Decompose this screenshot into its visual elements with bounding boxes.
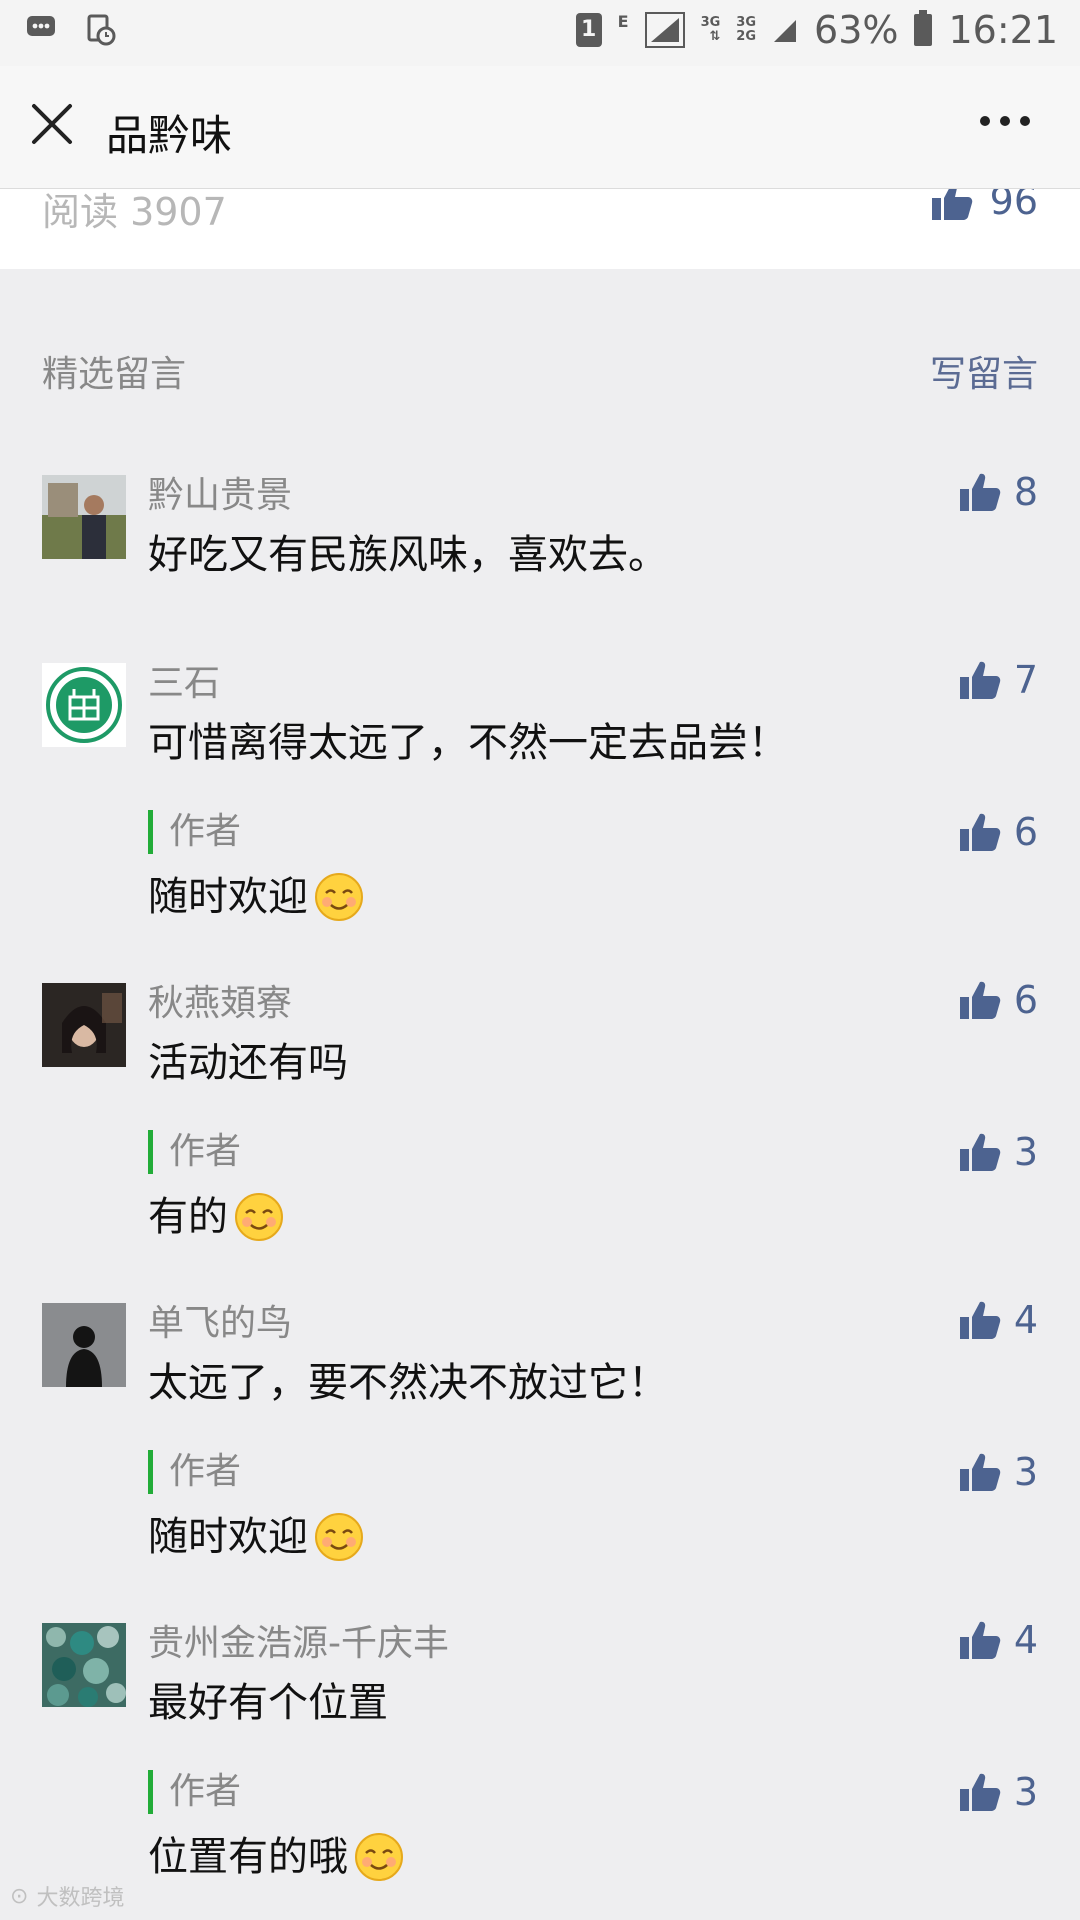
reply-author-label: 作者: [148, 1450, 1038, 1494]
title-bar: 品黔味: [0, 66, 1080, 189]
thumb-up-icon: [959, 1301, 1001, 1339]
comment-list: 黔山贵景 好吃又有民族风味，喜欢去。 8 三石 可惜离得太远了，不然一定去品尝！: [0, 470, 1080, 1918]
comment-item: 黔山贵景 好吃又有民族风味，喜欢去。 8: [0, 470, 1080, 658]
status-bar: 1 E 3G ⇅ 3G 2G 63% 16:21: [0, 0, 1080, 66]
reply-text: 随时欢迎: [148, 868, 1038, 926]
smile-emoji-icon: [315, 873, 363, 921]
commenter-name: 贵州金浩源-千庆丰: [148, 1623, 449, 1664]
like-count: 7: [1013, 658, 1038, 702]
comment-text: 活动还有吗: [148, 1040, 348, 1086]
thumb-up-icon: [959, 473, 1001, 511]
like-button[interactable]: 4: [958, 1298, 1038, 1342]
like-count: 4: [1013, 1298, 1038, 1342]
comment-text: 可惜离得太远了，不然一定去品尝！: [148, 720, 788, 766]
comment-text: 最好有个位置: [148, 1680, 388, 1726]
avatar: [42, 475, 126, 559]
author-reply: 作者 有的 3: [148, 1130, 1038, 1246]
network-e-label: E: [617, 11, 629, 31]
author-reply: 作者 随时欢迎 6: [148, 810, 1038, 926]
article-footer: 阅读 3907 96: [0, 189, 1080, 269]
comment-text: 太远了，要不然决不放过它！: [148, 1360, 668, 1406]
commenter-name: 黔山贵景: [148, 475, 293, 516]
signal-icon: [644, 12, 685, 48]
comment-item: 单飞的鸟 太远了，要不然决不放过它！ 4 作者 随时欢迎 3: [0, 1298, 1080, 1618]
thumb-up-icon: [959, 981, 1001, 1019]
reply-text: 随时欢迎: [148, 1508, 1038, 1566]
network-type-1: 3G ⇅: [700, 15, 721, 44]
reply-like-button[interactable]: 3: [958, 1450, 1038, 1494]
clock-doc-icon: [87, 14, 116, 46]
watermark: ⊙ 大数跨境: [10, 1883, 125, 1912]
author-reply: 作者 随时欢迎 3: [148, 1450, 1038, 1566]
like-count: 3: [1013, 1450, 1038, 1494]
like-button[interactable]: 4: [958, 1618, 1038, 1662]
thumb-up-icon: [959, 1773, 1001, 1811]
like-button[interactable]: 8: [958, 470, 1038, 514]
sim-icon: 1: [575, 13, 602, 47]
reply-author-label: 作者: [148, 1770, 1038, 1814]
like-count: 6: [1013, 810, 1038, 854]
avatar: [42, 1303, 126, 1387]
smile-emoji-icon: [315, 1513, 363, 1561]
page-title: 品黔味: [106, 111, 233, 160]
message-icon: [27, 16, 55, 36]
reply-author-label: 作者: [148, 1130, 1038, 1174]
commenter-name: 秋燕頍寮: [148, 983, 293, 1024]
comment-item: 贵州金浩源-千庆丰 最好有个位置 4 作者 位置有的哦 3: [0, 1618, 1080, 1918]
section-title: 精选留言: [42, 354, 187, 395]
reply-like-button[interactable]: 6: [958, 810, 1038, 854]
like-button[interactable]: 6: [958, 978, 1038, 1022]
commenter-name: 单飞的鸟: [148, 1303, 293, 1344]
watermark-logo-icon: ⊙: [10, 1883, 29, 1909]
avatar: [42, 663, 126, 747]
write-comment-link[interactable]: 写留言: [930, 345, 1038, 397]
thumb-up-icon: [959, 1133, 1001, 1171]
reply-text: 位置有的哦: [148, 1828, 1038, 1886]
avatar: [42, 1623, 126, 1707]
thumb-up-icon: [931, 189, 972, 220]
read-count: 阅读 3907: [42, 190, 227, 234]
network-type-2: 3G 2G: [736, 15, 757, 44]
comment-text: 好吃又有民族风味，喜欢去。: [148, 532, 668, 578]
like-count: 4: [1013, 1618, 1038, 1662]
article-like-count: 96: [989, 189, 1038, 223]
close-icon[interactable]: [30, 102, 74, 146]
reply-author-label: 作者: [148, 810, 1038, 854]
comment-item: 三石 可惜离得太远了，不然一定去品尝！ 7 作者 随时欢迎 6: [0, 658, 1080, 978]
smile-emoji-icon: [355, 1833, 403, 1881]
signal-bars-icon: [774, 20, 797, 42]
commenter-name: 三石: [148, 663, 221, 704]
comments-header: 精选留言 写留言: [42, 345, 1038, 395]
like-count: 6: [1013, 978, 1038, 1022]
thumb-up-icon: [959, 1621, 1001, 1659]
thumb-up-icon: [959, 813, 1001, 851]
smile-emoji-icon: [235, 1193, 283, 1241]
reply-like-button[interactable]: 3: [958, 1770, 1038, 1814]
comment-item: 秋燕頍寮 活动还有吗 6 作者 有的 3: [0, 978, 1080, 1298]
like-count: 3: [1013, 1770, 1038, 1814]
thumb-up-icon: [959, 1453, 1001, 1491]
like-button[interactable]: 7: [958, 658, 1038, 702]
avatar: [42, 983, 126, 1067]
thumb-up-icon: [959, 661, 1001, 699]
battery-percent: 63%: [814, 8, 899, 52]
clock-time: 16:21: [948, 8, 1058, 52]
author-reply: 作者 位置有的哦 3: [148, 1770, 1038, 1886]
like-count: 8: [1013, 470, 1038, 514]
battery-icon: [914, 10, 933, 46]
reply-like-button[interactable]: 3: [958, 1130, 1038, 1174]
like-count: 3: [1013, 1130, 1038, 1174]
reply-text: 有的: [148, 1188, 1038, 1246]
more-icon[interactable]: [980, 116, 1040, 136]
article-like-button[interactable]: 96: [930, 189, 1038, 223]
